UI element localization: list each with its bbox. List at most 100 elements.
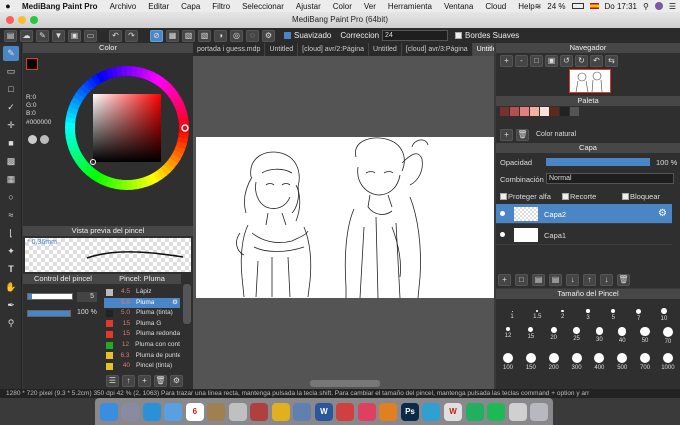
layer-add-icon[interactable]: + bbox=[498, 274, 511, 286]
brush-size-preset[interactable]: 50 bbox=[635, 327, 655, 345]
snap-parallel-icon[interactable]: ▦ bbox=[166, 29, 179, 42]
palette-swatch[interactable] bbox=[520, 107, 529, 116]
snap-settings-icon[interactable]: ⚙ bbox=[262, 29, 275, 42]
snap-cross-icon[interactable]: ▧ bbox=[182, 29, 195, 42]
nav-reset-icon[interactable]: ↶ bbox=[590, 55, 603, 67]
brush-menu-icon[interactable]: ☰ bbox=[106, 374, 119, 387]
save-icon[interactable]: ▼ bbox=[52, 29, 65, 42]
tab-untitled-1[interactable]: Untitled bbox=[265, 43, 299, 56]
cloud-icon[interactable]: ☁ bbox=[20, 29, 33, 42]
smoothing-checkbox[interactable] bbox=[284, 32, 291, 39]
drawing-canvas[interactable] bbox=[196, 137, 494, 298]
bucket-tool-icon[interactable]: ▩ bbox=[3, 154, 19, 169]
snap-off-icon[interactable]: ⊘ bbox=[150, 29, 163, 42]
dock-app-notes-icon[interactable] bbox=[207, 402, 226, 421]
layer-visibility-icon[interactable] bbox=[500, 232, 505, 237]
dock-app-safari-icon[interactable] bbox=[142, 402, 161, 421]
brush-size-preset[interactable]: 400 bbox=[589, 353, 609, 371]
dock-app-launchpad-icon[interactable] bbox=[121, 402, 140, 421]
brush-size-preset[interactable]: 7 bbox=[629, 303, 649, 322]
brush-item[interactable]: 12 Pluma con contr bbox=[104, 340, 180, 350]
fill-rect-tool-icon[interactable]: ■ bbox=[3, 136, 19, 151]
select-pen-tool-icon[interactable]: ○ bbox=[3, 190, 19, 205]
dock-app-preview-icon[interactable] bbox=[293, 402, 312, 421]
brush-size-preset[interactable]: 1 bbox=[502, 303, 522, 322]
dock-app-photos-icon[interactable] bbox=[228, 402, 247, 421]
snap-radial-icon[interactable]: ◑ bbox=[214, 29, 227, 42]
zoom-window-button[interactable] bbox=[30, 16, 38, 24]
layer-folder-icon[interactable]: ▤ bbox=[549, 274, 562, 286]
blur-tool-icon[interactable]: ≈ bbox=[3, 208, 19, 223]
nav-rotate-right-icon[interactable]: ↻ bbox=[575, 55, 588, 67]
dock-app-popcorn-icon[interactable] bbox=[336, 402, 355, 421]
brush-size-preset[interactable]: 10 bbox=[654, 303, 674, 322]
eyedropper-tool-icon[interactable]: ⌊ bbox=[3, 226, 19, 241]
hand-tool-icon[interactable]: ✋ bbox=[3, 280, 19, 295]
correction-select[interactable]: 24 bbox=[382, 30, 449, 41]
battery-icon[interactable] bbox=[571, 3, 584, 9]
brush-item[interactable]: 4.5 Lápiz bbox=[104, 287, 180, 297]
color-wheel[interactable] bbox=[63, 64, 191, 192]
layer-opacity-slider[interactable] bbox=[546, 158, 650, 166]
menu-capa[interactable]: Capa bbox=[175, 2, 206, 11]
palette-add-icon[interactable]: + bbox=[500, 129, 513, 141]
palette-delete-icon[interactable]: 🗑 bbox=[516, 129, 529, 141]
dock-app-stickies-icon[interactable] bbox=[422, 402, 441, 421]
layer-settings-icon[interactable]: ⚙ bbox=[658, 208, 667, 219]
battery-percent[interactable]: 24 % bbox=[547, 2, 565, 11]
magic-wand-tool-icon[interactable]: ✦ bbox=[3, 244, 19, 259]
dock-app-calendar-icon[interactable]: 6 bbox=[185, 402, 204, 421]
user-icon[interactable] bbox=[654, 2, 663, 10]
brush-item[interactable]: 5.0 Pluma (tinta) bbox=[104, 308, 180, 318]
brush-size-preset[interactable]: 1000 bbox=[658, 353, 678, 371]
brush-item[interactable]: 15 Pluma redonda bbox=[104, 329, 180, 339]
dock-app-books-icon[interactable] bbox=[379, 402, 398, 421]
layer-add-halftone-icon[interactable]: ▤ bbox=[532, 274, 545, 286]
menu-ver[interactable]: Ver bbox=[358, 2, 382, 11]
brush-opacity-value[interactable]: 100 % bbox=[77, 309, 97, 316]
minimize-window-button[interactable] bbox=[18, 16, 26, 24]
dock-app-wattpad-icon[interactable]: W bbox=[444, 402, 462, 421]
dock-app-photoshop-icon[interactable]: Ps bbox=[400, 402, 419, 421]
tab-cloud-avr3[interactable]: [cloud] avr/3:Página bbox=[402, 43, 473, 56]
layer-add-raster-icon[interactable]: □ bbox=[515, 274, 528, 286]
layer-up-icon[interactable]: ↑ bbox=[583, 274, 596, 286]
brush-upload-icon[interactable]: ↑ bbox=[122, 374, 135, 387]
brush-size-preset[interactable]: 200 bbox=[544, 353, 564, 371]
dock-app-spotify-icon[interactable] bbox=[487, 402, 506, 421]
layer-merge-icon[interactable]: ↓ bbox=[566, 274, 579, 286]
redo-icon[interactable]: ↷ bbox=[125, 29, 138, 42]
wifi-icon[interactable]: ≋ bbox=[535, 2, 542, 11]
menu-seleccionar[interactable]: Seleccionar bbox=[236, 2, 290, 11]
brush-size-preset[interactable]: 300 bbox=[567, 353, 587, 371]
menu-list-icon[interactable]: ☰ bbox=[669, 2, 676, 11]
search-icon[interactable]: ⚲ bbox=[643, 2, 649, 11]
dock-app-trash-icon[interactable] bbox=[530, 402, 549, 421]
nav-rotate-left-icon[interactable]: ↺ bbox=[560, 55, 573, 67]
layer-row-capa2[interactable]: Capa2 ⚙ bbox=[496, 204, 672, 224]
color-mode-icon[interactable] bbox=[28, 135, 37, 144]
snap-curve-icon[interactable]: ◌ bbox=[246, 29, 259, 42]
lasso-tool-icon[interactable]: ✓ bbox=[3, 100, 19, 115]
select-rect-tool-icon[interactable]: □ bbox=[3, 82, 19, 97]
brush-size-preset[interactable]: 20 bbox=[544, 327, 564, 345]
palette-swatch[interactable] bbox=[570, 107, 579, 116]
dock-app-mail-icon[interactable] bbox=[164, 402, 183, 421]
tab-untitled-3[interactable]: Untitled bbox=[472, 43, 494, 56]
navigator-thumbnail[interactable] bbox=[569, 69, 611, 93]
color-settings-icon[interactable] bbox=[40, 135, 49, 144]
comment-icon[interactable]: ✎ bbox=[36, 29, 49, 42]
menu-editar[interactable]: Editar bbox=[142, 2, 175, 11]
nav-zoom-out-icon[interactable]: - bbox=[515, 55, 528, 67]
menu-app[interactable]: MediBang Paint Pro bbox=[16, 2, 104, 11]
menu-ventana[interactable]: Ventana bbox=[438, 2, 479, 11]
brush-item[interactable]: 6.3 Pluma de punte bbox=[104, 351, 180, 361]
brush-size-preset[interactable]: 12 bbox=[498, 327, 518, 345]
palette-swatch[interactable] bbox=[500, 107, 509, 116]
brush-size-preset[interactable]: 3 bbox=[578, 303, 598, 322]
menu-cloud[interactable]: Cloud bbox=[479, 2, 512, 11]
tab-untitled-2[interactable]: Untitled bbox=[369, 43, 402, 56]
brush-item[interactable]: 5.0 Pluma ⚙ bbox=[104, 297, 180, 308]
close-window-button[interactable] bbox=[6, 16, 14, 24]
snap-circle-icon[interactable]: ◎ bbox=[230, 29, 243, 42]
